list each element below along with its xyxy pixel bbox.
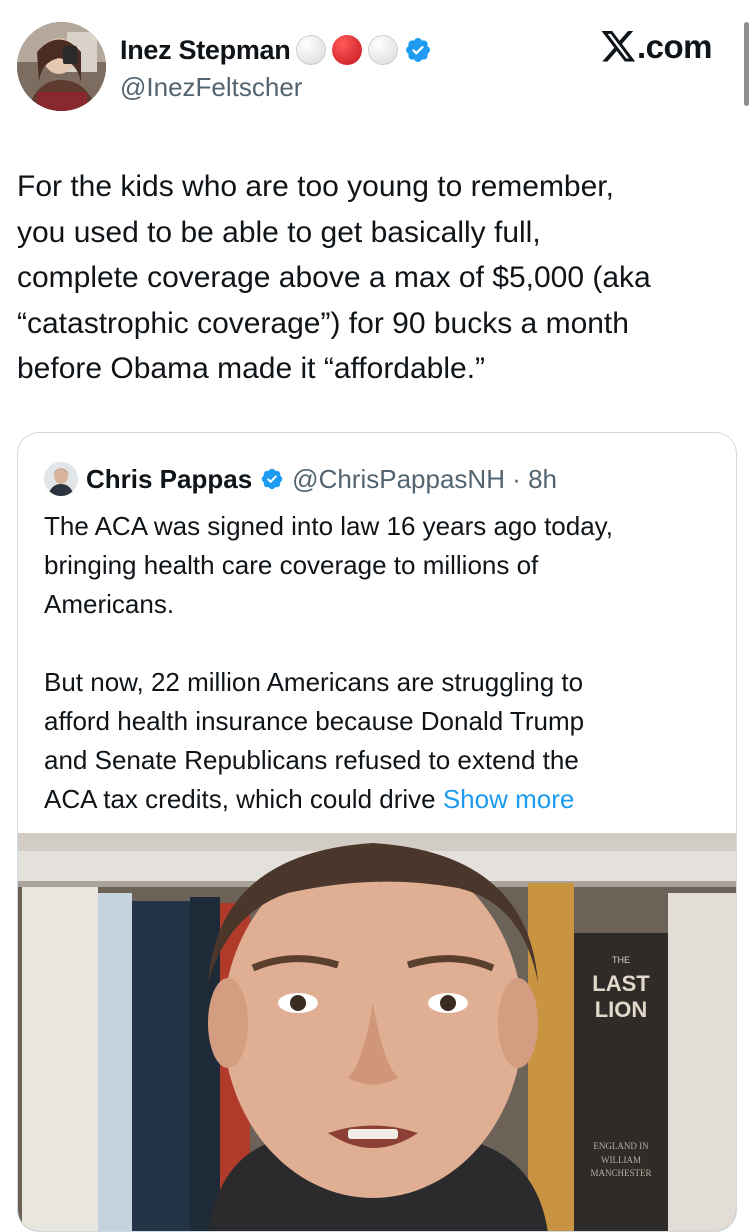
tweet-line: before Obama made it “affordable.”: [17, 352, 486, 385]
book-prefix: THE: [612, 955, 630, 965]
brand-label: .com: [636, 28, 713, 65]
quote-line: The ACA was signed into law 16 years ago…: [44, 511, 613, 541]
verified-badge-icon: [261, 468, 283, 490]
quoted-tweet[interactable]: Chris Pappas @ChrisPappasNH · 8h The ACA…: [17, 432, 737, 1232]
quote-line: and Senate Republicans refused to extend…: [44, 745, 579, 775]
tweet-line: complete coverage above a max of $5,000 …: [17, 261, 651, 294]
red-circle-icon: [332, 35, 363, 65]
scrollbar[interactable]: [744, 22, 749, 106]
book-author-3: MANCHESTER: [590, 1168, 651, 1178]
author-avatar[interactable]: [17, 22, 106, 111]
white-circle-icon: [368, 35, 399, 65]
x-logo-icon: [601, 31, 636, 62]
tweet-line: For the kids who are too young to rememb…: [17, 170, 614, 203]
tweet-text: For the kids who are too young to rememb…: [17, 164, 742, 392]
white-circle-icon: [296, 35, 327, 65]
quote-media-image[interactable]: THE LAST LION ENGLAND IN WILLIAM MANCHES…: [18, 833, 736, 1231]
show-more-link[interactable]: Show more: [443, 784, 575, 814]
quote-line: bringing health care coverage to million…: [44, 550, 539, 580]
quote-line: Americans.: [44, 589, 175, 619]
quote-line: afford health insurance because Donald T…: [44, 706, 585, 736]
quote-line: But now, 22 million Americans are strugg…: [44, 667, 584, 697]
author-name-row: Inez Stepman: [120, 30, 432, 70]
quote-text: The ACA was signed into law 16 years ago…: [44, 507, 724, 819]
book-author-2: WILLIAM: [601, 1155, 641, 1165]
book-author-1: ENGLAND IN: [593, 1141, 649, 1151]
verified-badge-icon: [406, 38, 431, 62]
author-handle[interactable]: @InezFeltscher: [120, 72, 302, 103]
author-name[interactable]: Inez Stepman: [120, 35, 291, 66]
tweet-line: “catastrophic coverage”) for 90 bucks a …: [17, 306, 629, 340]
book-title-line1: LAST: [592, 971, 650, 996]
tweet-line: you used to be able to get basically ful…: [17, 215, 541, 249]
quote-line-last: ACA tax credits, which could drive Show …: [44, 780, 724, 819]
quote-last-text: ACA tax credits, which could drive: [44, 784, 443, 814]
book-title-line2: LION: [595, 997, 648, 1022]
quote-handle-time[interactable]: @ChrisPappasNH · 8h: [292, 464, 557, 495]
quote-line: [44, 624, 724, 663]
quote-avatar[interactable]: [44, 462, 78, 496]
brand: .com: [601, 28, 713, 66]
quote-author-name[interactable]: Chris Pappas: [86, 464, 252, 495]
quote-header: Chris Pappas @ChrisPappasNH · 8h: [44, 461, 557, 497]
